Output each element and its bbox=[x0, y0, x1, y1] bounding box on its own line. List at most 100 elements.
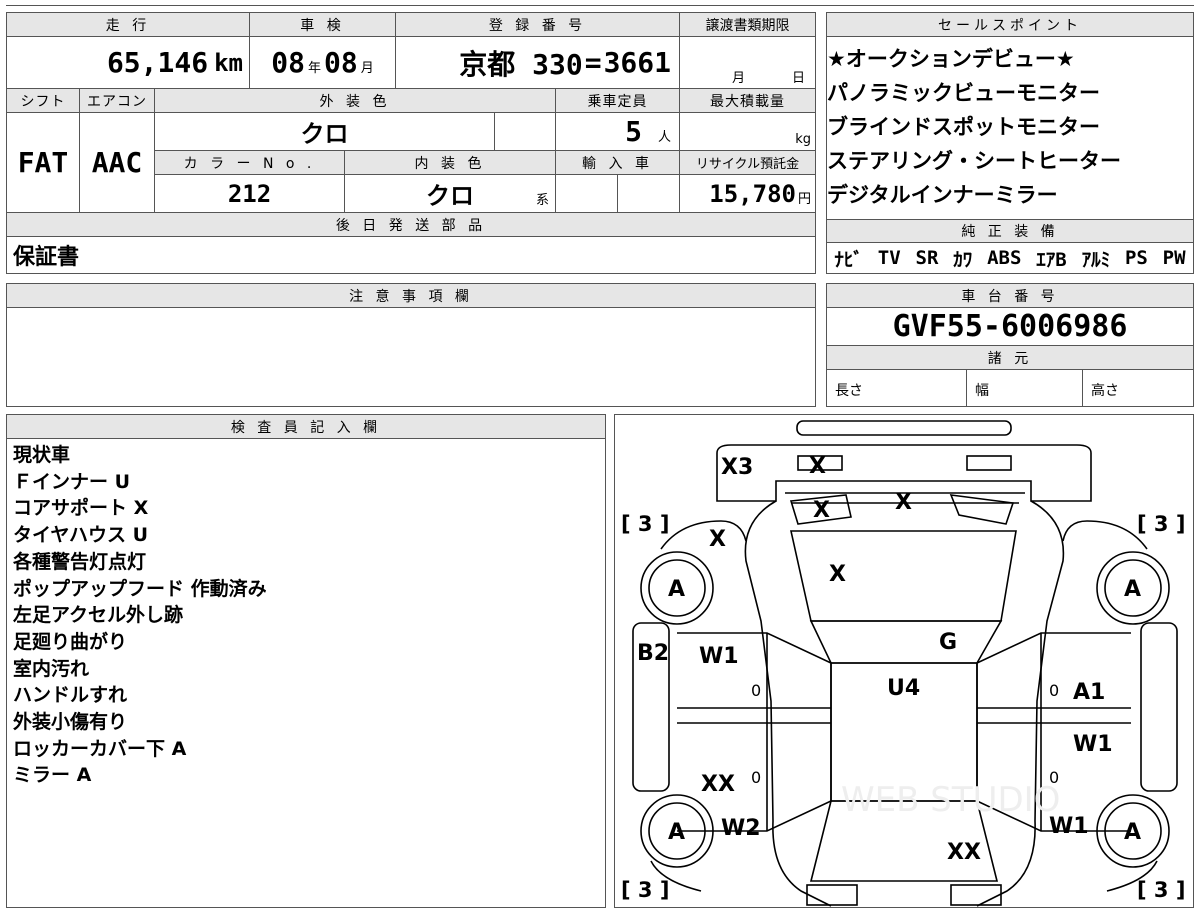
mark-wheel-fr: A bbox=[1124, 577, 1141, 602]
equipment-item: PS bbox=[1124, 247, 1148, 269]
mark-wheel-rr: A bbox=[1124, 820, 1141, 845]
watermark-text: WEB STUDIO bbox=[841, 780, 1060, 820]
fender-rear-shape bbox=[650, 860, 1158, 892]
equipment-header: 純 正 装 備 bbox=[827, 219, 1193, 243]
later-parts-value: 保証書 bbox=[13, 245, 80, 270]
mark-fender-front-left: X bbox=[709, 527, 726, 552]
inspection-month: 08 bbox=[324, 46, 358, 79]
mark-headlight-right: X bbox=[895, 490, 912, 515]
color-no-cell: 212 bbox=[155, 175, 345, 213]
inspection-month-unit: 月 bbox=[360, 61, 374, 76]
inspector-note: 左足アクセル外し跡 bbox=[13, 604, 184, 627]
registration-header: 登 録 番 号 bbox=[396, 13, 680, 37]
spec-header: 諸 元 bbox=[827, 346, 1193, 370]
fender-front-shape bbox=[660, 520, 1148, 550]
chassis-value: GVF55-6006986 bbox=[892, 309, 1128, 344]
sales-point: ★オークションデビュー★ bbox=[827, 47, 1075, 71]
mark-wheel-fl: A bbox=[668, 577, 685, 602]
sales-points-panel: セールスポイント ★オークションデビュー★ パノラミックビューモニター ブライン… bbox=[826, 12, 1194, 274]
int-color-header: 内 装 色 bbox=[345, 151, 556, 175]
equipment-item: ｱﾙﾐ bbox=[1081, 248, 1111, 271]
mileage-cell: 65,146 km bbox=[7, 37, 250, 89]
capacity-unit: 人 bbox=[657, 130, 671, 145]
inspection-header: 車 検 bbox=[250, 13, 396, 37]
import-cell-a bbox=[556, 175, 618, 213]
shift-header: シフト bbox=[7, 89, 80, 113]
mark-bracket-rr: [ 3 ] bbox=[1137, 878, 1185, 902]
transfer-deadline-cell: 月 日 bbox=[680, 37, 815, 89]
mileage-header: 走 行 bbox=[7, 13, 250, 37]
right-door-split-shape bbox=[977, 707, 1131, 724]
front-light-right-shape bbox=[966, 455, 1012, 471]
registration-separator: = bbox=[584, 46, 602, 79]
inspector-header: 検 査 員 記 入 欄 bbox=[7, 415, 605, 439]
mark-trunk: XX bbox=[947, 840, 981, 865]
body-outline-shape bbox=[744, 500, 1065, 907]
aircon-value: AAC bbox=[91, 146, 143, 179]
import-header: 輸 入 車 bbox=[556, 151, 680, 175]
spec-width-cell: 幅 bbox=[967, 370, 1083, 406]
rear-bumper-left-shape bbox=[806, 884, 858, 906]
recycle-cell: 15,780 円 bbox=[680, 175, 815, 213]
headlight-right-shape bbox=[949, 494, 1015, 525]
inspector-note: 足廻り曲がり bbox=[13, 630, 128, 653]
mark-windshield: G bbox=[939, 630, 957, 655]
inspector-note: コアサポート X bbox=[13, 497, 149, 520]
rocker-right-shape bbox=[1140, 622, 1178, 792]
equipment-list: ﾅﾋﾞ TV SR ｶﾜ ABS ｴｱB ｱﾙﾐ PS PW bbox=[827, 243, 1193, 273]
int-color-suffix: 系 bbox=[535, 193, 549, 208]
shift-cell: FAT bbox=[7, 113, 80, 213]
chassis-panel: 車 台 番 号 GVF55-6006986 諸 元 長さ 幅 高さ bbox=[826, 283, 1194, 407]
mileage-unit: km bbox=[214, 48, 243, 77]
caution-header: 注 意 事 項 欄 bbox=[7, 284, 815, 308]
spec-height-label: 高さ bbox=[1091, 383, 1119, 399]
inspector-note: ミラー A bbox=[13, 764, 92, 787]
inspection-year: 08 bbox=[271, 46, 305, 79]
mark-door-l2-zero: 0 bbox=[751, 768, 761, 787]
inspector-note: 各種警告灯点灯 bbox=[13, 550, 147, 573]
later-parts-cell: 保証書 bbox=[7, 237, 815, 273]
chassis-value-cell: GVF55-6006986 bbox=[827, 308, 1193, 346]
capacity-value: 5 bbox=[625, 115, 642, 148]
later-parts-header: 後 日 発 送 部 品 bbox=[7, 213, 815, 237]
car-diagram: WEB STUDIO X3 X X X X X G U4 W1 XX W2 B2… bbox=[621, 420, 1185, 907]
mark-door-r1-zero: 0 bbox=[1049, 681, 1059, 700]
int-color-cell: クロ 系 bbox=[345, 175, 556, 213]
inspector-notes: 現状車 Ｆインナー U コアサポート X タイヤハウス U 各種警告灯点灯 ポッ… bbox=[13, 442, 603, 789]
aircon-cell: AAC bbox=[80, 113, 155, 213]
top-clipped-strip bbox=[6, 0, 1194, 6]
color-no-header: カ ラ ー N o . bbox=[155, 151, 345, 175]
rear-bumper-right-shape bbox=[950, 884, 1002, 906]
car-diagram-panel: WEB STUDIO X3 X X X X X G U4 W1 XX W2 B2… bbox=[614, 414, 1194, 908]
mark-front-bumper: X3 bbox=[721, 455, 753, 480]
sales-point: ステアリング・シートヒーター bbox=[827, 149, 1121, 173]
sales-point: デジタルインナーミラー bbox=[827, 183, 1058, 207]
sales-point: パノラミックビューモニター bbox=[827, 81, 1100, 105]
inspector-note: ハンドルすれ bbox=[13, 684, 128, 707]
sales-points-list: ★オークションデビュー★ パノラミックビューモニター ブラインドスポットモニター… bbox=[827, 43, 1193, 213]
inspector-note: ロッカーカバー下 A bbox=[13, 737, 187, 760]
mark-door-l1-zero: 0 bbox=[751, 681, 761, 700]
equipment-item: SR bbox=[915, 247, 939, 269]
inspector-panel: 検 査 員 記 入 欄 現状車 Ｆインナー U コアサポート X タイヤハウス … bbox=[6, 414, 606, 908]
ext-color-value: クロ bbox=[300, 120, 349, 148]
equipment-item: ｶﾜ bbox=[953, 248, 973, 271]
capacity-cell: 5 人 bbox=[556, 113, 680, 151]
mark-bracket-rl: [ 3 ] bbox=[621, 878, 669, 902]
inspector-note: ポップアップフード 作動済み bbox=[13, 577, 267, 600]
transfer-month-unit: 月 bbox=[732, 71, 746, 86]
equipment-item: PW bbox=[1162, 247, 1186, 269]
registration-value: 京都 330 bbox=[459, 47, 583, 81]
inspector-note: 外装小傷有り bbox=[13, 711, 128, 734]
windshield-shape bbox=[809, 620, 1003, 664]
mark-bracket-fl: [ 3 ] bbox=[621, 512, 669, 536]
spec-length-cell: 長さ bbox=[827, 370, 967, 406]
mark-grille: X bbox=[809, 454, 826, 479]
spec-width-label: 幅 bbox=[975, 383, 989, 399]
ext-color-header: 外 装 色 bbox=[155, 89, 556, 113]
mark-front-door-left: W1 bbox=[699, 644, 739, 669]
mark-pillar-left: B2 bbox=[637, 641, 669, 666]
equipment-item: ﾅﾋﾞ bbox=[834, 248, 863, 271]
mark-bracket-fr: [ 3 ] bbox=[1137, 512, 1185, 536]
equipment-item: TV bbox=[877, 247, 901, 269]
